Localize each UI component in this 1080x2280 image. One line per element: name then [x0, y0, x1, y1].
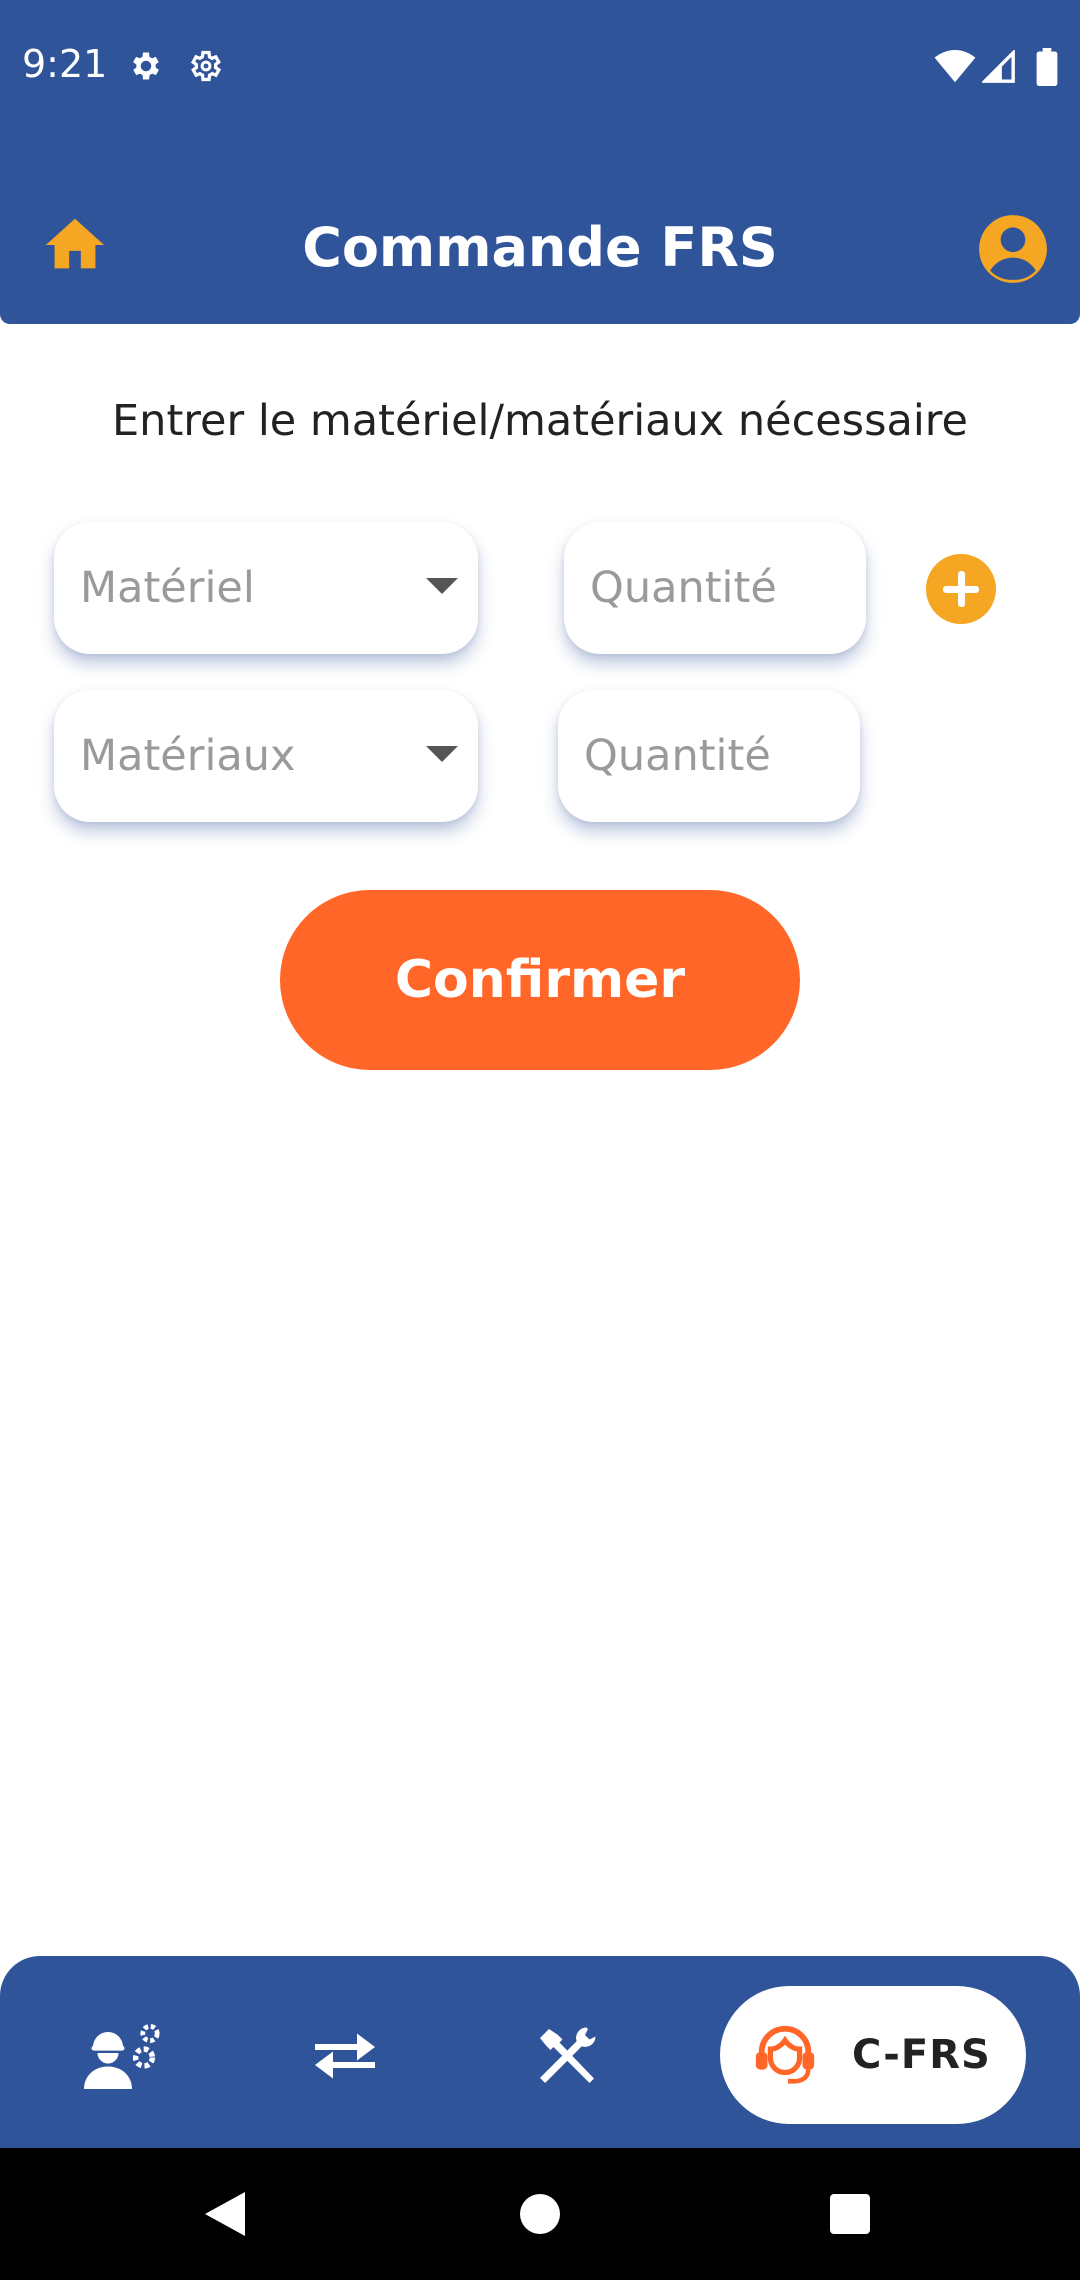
- status-time: 9:21: [22, 42, 108, 86]
- wifi-icon: [934, 50, 976, 83]
- materiaux-quantity-input[interactable]: Quantité: [558, 690, 860, 822]
- home-circle-icon[interactable]: [520, 2194, 560, 2234]
- gear-icon: [133, 52, 159, 80]
- bottom-navigation: C-FRS: [0, 1956, 1080, 2148]
- materiaux-quantity-placeholder: Quantité: [584, 731, 771, 781]
- system-navigation-bar: [0, 2148, 1080, 2280]
- account-circle-icon[interactable]: [976, 212, 1050, 286]
- add-circle-icon[interactable]: [926, 554, 996, 624]
- chevron-down-icon: [426, 746, 458, 762]
- materiaux-select[interactable]: Matériaux: [54, 690, 478, 822]
- materiel-select-placeholder: Matériel: [80, 563, 255, 613]
- confirm-button[interactable]: Confirmer: [280, 890, 800, 1070]
- page-title: Commande FRS: [302, 216, 778, 279]
- settings-icon: [190, 50, 222, 82]
- materiel-select[interactable]: Matériel: [54, 522, 478, 654]
- status-bar: 9:21: [0, 0, 1080, 140]
- support-agent-icon: [755, 2025, 815, 2084]
- tools-icon[interactable]: [528, 2020, 606, 2092]
- signal-icon: [982, 50, 1015, 83]
- nav-item-c-frs-label: C-FRS: [852, 2032, 991, 2078]
- swap-arrows-icon[interactable]: [306, 2020, 384, 2092]
- app-header: 9:21 Commande FRS: [0, 0, 1080, 324]
- chevron-down-icon: [426, 578, 458, 594]
- back-icon[interactable]: [205, 2192, 245, 2236]
- form-instruction: Entrer le matériel/matériaux nécessaire: [112, 396, 968, 446]
- materiaux-select-placeholder: Matériaux: [80, 731, 296, 781]
- worker-settings-icon[interactable]: [84, 2020, 162, 2092]
- recents-icon[interactable]: [830, 2194, 870, 2234]
- materiel-quantity-input[interactable]: Quantité: [564, 522, 866, 654]
- nav-item-c-frs[interactable]: C-FRS: [720, 1986, 1026, 2124]
- materiel-quantity-placeholder: Quantité: [590, 563, 777, 613]
- battery-icon: [1036, 48, 1058, 86]
